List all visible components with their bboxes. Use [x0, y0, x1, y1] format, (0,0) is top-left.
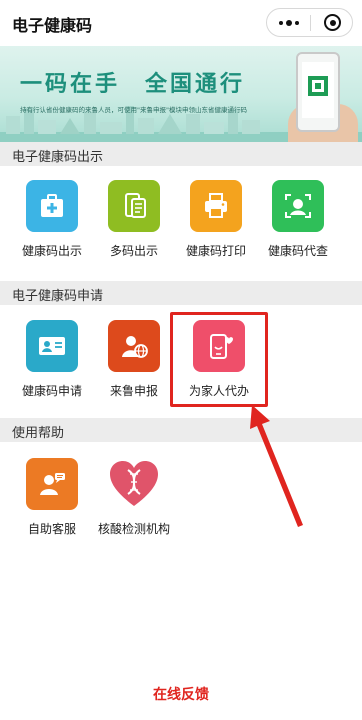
close-mini-program-button[interactable] [311, 9, 354, 36]
online-feedback-link[interactable]: 在线反馈 [0, 684, 362, 704]
annotation-highlight-box [170, 312, 268, 407]
item-label: 多码出示 [109, 244, 158, 258]
support-agent-icon [26, 458, 78, 510]
more-menu-button[interactable] [267, 9, 310, 36]
section-header-show: 电子健康码出示 [0, 142, 362, 166]
dna-heart-icon [106, 456, 162, 512]
person-globe-icon [108, 320, 160, 372]
item-label: 核酸检测机构 [97, 522, 170, 536]
medical-kit-icon [26, 180, 78, 232]
id-card-icon [26, 320, 78, 372]
item-label: 健康码申请 [21, 384, 82, 398]
close-target-icon [324, 14, 341, 31]
section-header-apply: 电子健康码申请 [0, 281, 362, 305]
grid-item-shandong-report[interactable]: 来鲁申报 [92, 306, 176, 414]
section-title: 电子健康码出示 [12, 150, 104, 165]
grid-item-self-service[interactable]: 自助客服 [10, 444, 94, 552]
phone-cards-icon [108, 180, 160, 232]
section-header-help: 使用帮助 [0, 418, 362, 442]
item-label: 健康码代查 [267, 244, 328, 258]
phone-screen [302, 62, 334, 118]
phone-illustration [296, 52, 340, 132]
item-label: 自助客服 [27, 522, 76, 536]
grid-item-test-sites[interactable]: 核酸检测机构 [92, 444, 176, 552]
section-title: 使用帮助 [12, 426, 65, 441]
top-bar: 电子健康码 [0, 0, 362, 44]
mini-program-page: 电子健康码 一码在手 全国通行 持有行认省份健康码的来鲁人员，可使用"来鲁申报"… [0, 0, 362, 720]
mini-program-capsule [266, 8, 353, 37]
grid-item-print-code[interactable]: 健康码打印 [174, 166, 258, 274]
promo-banner[interactable]: 一码在手 全国通行 持有行认省份健康码的来鲁人员，可使用"来鲁申报"模块申领山东… [0, 46, 362, 142]
more-dots-icon [278, 19, 299, 26]
printer-icon [190, 180, 242, 232]
banner-subtitle: 持有行认省份健康码的来鲁人员，可使用"来鲁申报"模块申领山东省健康通行码 [20, 106, 247, 114]
grid-item-show-code[interactable]: 健康码出示 [10, 166, 94, 274]
item-label: 健康码打印 [185, 244, 246, 258]
grid-item-multi-code[interactable]: 多码出示 [92, 166, 176, 274]
grid-item-proxy-code[interactable]: 健康码代查 [256, 166, 340, 274]
item-label: 健康码出示 [21, 244, 82, 258]
section-title: 电子健康码申请 [12, 289, 104, 304]
grid-item-apply-code[interactable]: 健康码申请 [10, 306, 94, 414]
banner-slogan: 一码在手 全国通行 [20, 72, 246, 97]
page-title: 电子健康码 [12, 16, 93, 35]
face-scan-icon [272, 180, 324, 232]
item-label: 来鲁申报 [109, 384, 158, 398]
qr-code-icon [308, 76, 328, 96]
